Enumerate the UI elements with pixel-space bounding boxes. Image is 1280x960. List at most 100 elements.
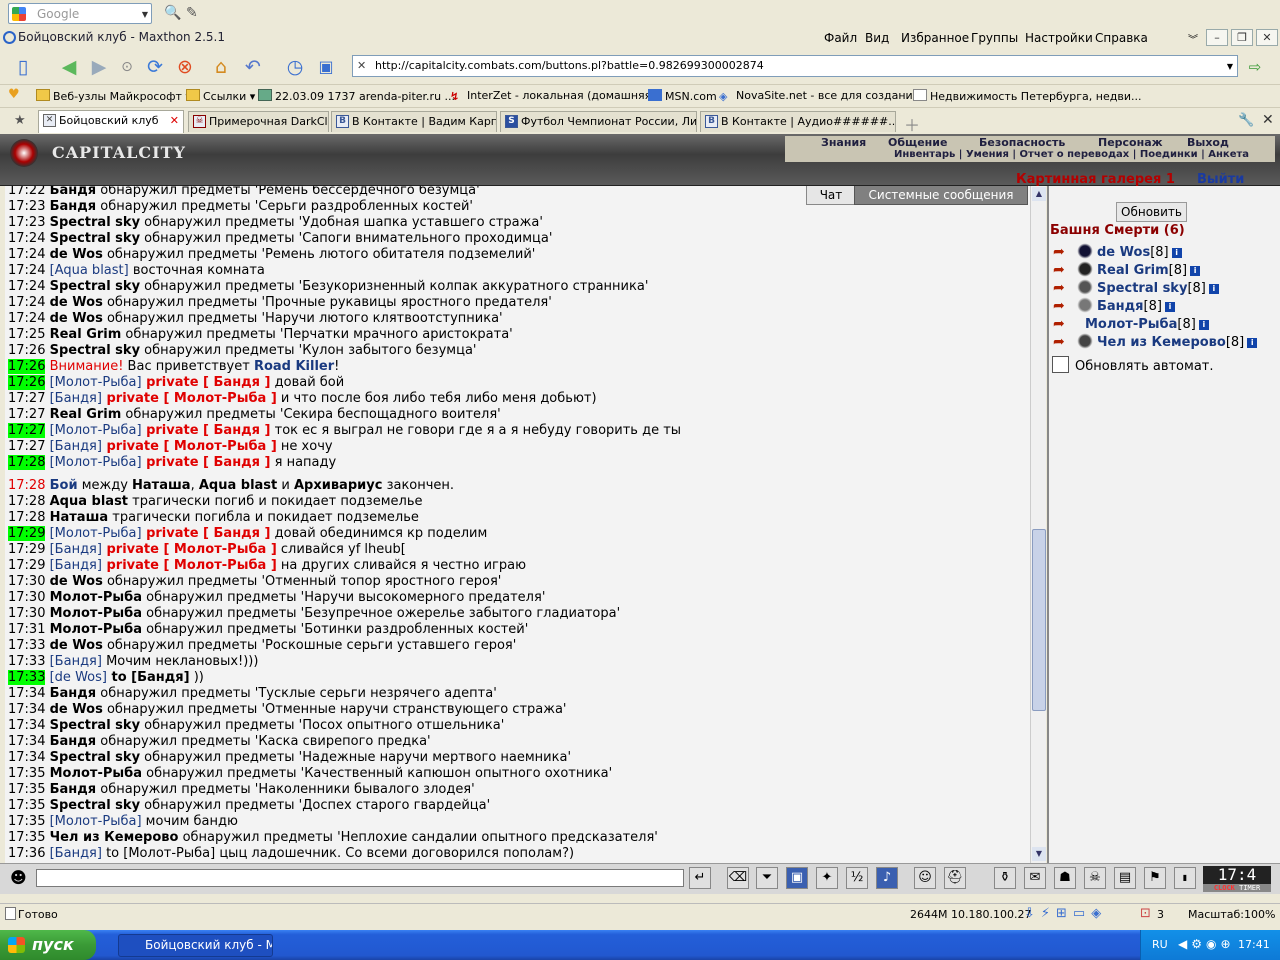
player-row[interactable]: ➦ Spectral sky[8] i	[1053, 279, 1219, 297]
scroll-up-icon[interactable]: ▲	[1032, 187, 1046, 201]
start-button[interactable]: пуск	[0, 930, 96, 960]
player-row[interactable]: ➦ Молот-Рыба[8] i	[1053, 315, 1209, 333]
info-icon[interactable]: i	[1247, 338, 1258, 348]
chat-private-tag[interactable]: private [ Молот-Рыба ]	[102, 542, 276, 557]
chat-nick[interactable]: [Бандя]	[50, 542, 102, 557]
chest-icon[interactable]: ▤	[1114, 867, 1136, 889]
tab-football[interactable]: S Футбол Чемпионат России, Лиг...	[500, 111, 697, 132]
info-icon[interactable]: i	[1208, 284, 1219, 294]
sound-icon[interactable]: ♪	[876, 867, 898, 889]
gallery-link[interactable]: Картинная галерея 1	[1016, 172, 1175, 186]
skull-icon[interactable]: ☠	[1084, 867, 1106, 889]
popup-blocker-icon[interactable]: ⊡	[1140, 906, 1151, 921]
new-tab-button[interactable]: ＋	[904, 112, 920, 136]
player-name[interactable]: Чел из Кемерово	[1097, 335, 1226, 350]
home-icon[interactable]: ⌂	[208, 54, 234, 80]
scroll-down-icon[interactable]: ▼	[1032, 847, 1046, 861]
chat-nick[interactable]: [de Wos]	[50, 670, 107, 685]
info-icon[interactable]: i	[1190, 266, 1201, 276]
menu-view[interactable]: Вид	[865, 31, 889, 45]
player-row[interactable]: ➦ de Wos[8] i	[1053, 243, 1182, 261]
close-tab-icon[interactable]: ✕	[170, 111, 179, 130]
attack-arrow-icon[interactable]: ➦	[1053, 333, 1075, 350]
info-icon[interactable]: i	[1171, 248, 1182, 258]
fav-novasite[interactable]: ◈ NovaSite.net - все для создани...	[719, 89, 923, 103]
chat-private-tag[interactable]: private [ Бандя ]	[142, 423, 270, 438]
highlight-icon[interactable]: ✎	[186, 5, 198, 21]
player-row[interactable]: ➦ Real Grim[8] i	[1053, 261, 1201, 279]
helmet-icon[interactable]: ⛑	[944, 867, 966, 889]
chat-private-tag[interactable]: private [ Бандя ]	[142, 375, 270, 390]
zoom-level[interactable]: Масштаб:100%	[1188, 908, 1275, 921]
nav-character[interactable]: Персонаж	[1098, 136, 1163, 149]
player-name[interactable]: Бандя	[1097, 299, 1144, 314]
chat-private-tag[interactable]: private [ Бандя ]	[142, 526, 270, 541]
attack-arrow-icon[interactable]: ➦	[1053, 315, 1075, 332]
nav-communication[interactable]: Общение	[888, 136, 947, 149]
fav-realty[interactable]: Недвижимость Петербурга, недви...	[913, 89, 1141, 103]
menu-settings[interactable]: Настройки	[1025, 31, 1093, 45]
fighter-icon[interactable]: ✦	[816, 867, 838, 889]
save-icon[interactable]: ▣	[786, 867, 808, 889]
chat-nick[interactable]: [Бандя]	[50, 558, 102, 573]
tools-icon[interactable]: 🔧	[1238, 113, 1254, 128]
new-tab-icon[interactable]: ▯	[10, 54, 36, 80]
fav-ms-sites[interactable]: Веб-узлы Майкрософт ▾	[36, 89, 191, 103]
auto-refresh-checkbox[interactable]	[1052, 356, 1069, 373]
favorites-icon[interactable]: ♥	[8, 87, 20, 102]
chat-private-tag[interactable]: private [ Молот-Рыба ]	[102, 391, 276, 406]
refresh-icon[interactable]: ⟳	[142, 54, 168, 80]
chat-nick[interactable]: [Молот-Рыба]	[50, 423, 142, 438]
url-dropdown-icon[interactable]: ▼	[1227, 62, 1233, 71]
history-down-icon[interactable]: ⊙	[114, 54, 140, 80]
scroll-icon[interactable]: ✉	[1024, 867, 1046, 889]
fav-links[interactable]: Ссылки ▾	[186, 89, 255, 103]
chevron-down-icon[interactable]: ︾	[1188, 31, 1198, 46]
filter-icon[interactable]: ⏷	[756, 867, 778, 889]
bottle-icon[interactable]: ⚱	[994, 867, 1016, 889]
close-all-icon[interactable]: ✕	[1262, 112, 1274, 128]
chat-nick[interactable]: [Aqua blast]	[50, 263, 129, 278]
nav-secondary[interactable]: Инвентарь | Умения | Отчет о переводах |…	[894, 149, 1249, 160]
nav-security[interactable]: Безопасность	[979, 136, 1065, 149]
chat-nick[interactable]: [Бандя]	[50, 391, 102, 406]
info-icon[interactable]: i	[1198, 320, 1209, 330]
chat-private-tag[interactable]: private [ Молот-Рыба ]	[102, 439, 276, 454]
attack-arrow-icon[interactable]: ➦	[1053, 279, 1075, 296]
tab-darkclan[interactable]: ☠ Примерочная DarkClan	[188, 111, 329, 132]
maximize-button[interactable]: ❐	[1231, 29, 1253, 46]
chat-nick[interactable]: [Бандя]	[50, 654, 102, 669]
menu-help[interactable]: Справка	[1095, 31, 1148, 45]
url-text[interactable]: http://capitalcity.combats.com/buttons.p…	[375, 59, 764, 72]
flag-icon[interactable]: ⚑	[1144, 867, 1166, 889]
window-icon[interactable]: ▣	[313, 54, 339, 80]
attack-arrow-icon[interactable]: ➦	[1053, 243, 1075, 260]
tab-chat[interactable]: Чат	[806, 186, 856, 205]
chat-scrollbar[interactable]: ▲ ▼	[1030, 186, 1046, 863]
status-icons[interactable]: ⇩⚡⊞▭◈	[1024, 906, 1107, 921]
dropdown-icon[interactable]: ▼	[142, 10, 148, 19]
tab-system-messages[interactable]: Системные сообщения	[854, 186, 1028, 205]
menu-file[interactable]: Файл	[824, 31, 857, 45]
tray-icons[interactable]: ◀⚙◉⊕	[1178, 937, 1235, 951]
nav-knowledge[interactable]: Знания	[821, 136, 866, 149]
player-name[interactable]: Spectral sky	[1097, 281, 1187, 296]
language-indicator[interactable]: RU	[1152, 938, 1168, 951]
taskbar-item-browser[interactable]: Бойцовский клуб - М...	[118, 934, 273, 957]
exit-door-icon[interactable]: ▮	[1174, 867, 1196, 889]
chat-input[interactable]	[36, 869, 684, 887]
star-icon[interactable]: ★	[14, 113, 26, 128]
chat-nick[interactable]: [Бандя]	[50, 846, 102, 861]
chat-nick[interactable]: [Молот-Рыба]	[50, 814, 142, 829]
chat-nick[interactable]: [Бандя]	[50, 439, 102, 454]
nav-exit[interactable]: Выход	[1187, 136, 1229, 149]
tab-fight-club[interactable]: ✕ Бойцовский клуб ✕	[38, 110, 184, 133]
refresh-button[interactable]: Обновить	[1116, 202, 1187, 222]
player-row[interactable]: ➦ Чел из Кемерово[8] i	[1053, 333, 1258, 351]
scroll-thumb[interactable]	[1032, 529, 1046, 711]
exit-link[interactable]: Выйти	[1197, 172, 1244, 186]
fav-msn[interactable]: MSN.com	[648, 89, 717, 103]
undo-icon[interactable]: ↶	[240, 54, 266, 80]
attack-arrow-icon[interactable]: ➦	[1053, 261, 1075, 278]
player-name[interactable]: de Wos	[1097, 245, 1150, 260]
